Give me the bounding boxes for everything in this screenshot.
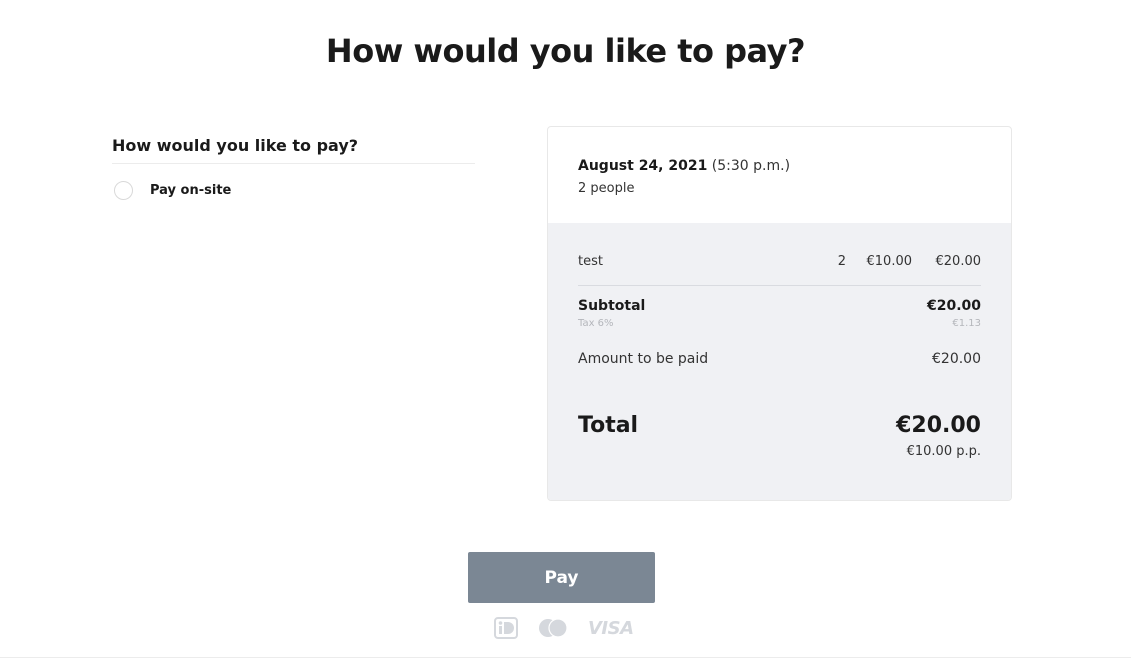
booking-date-line: August 24, 2021 (5:30 p.m.) bbox=[578, 158, 981, 174]
mastercard-icon bbox=[539, 618, 568, 638]
item-total: €20.00 bbox=[935, 253, 982, 269]
tax-label: Tax 6% bbox=[578, 318, 614, 329]
payment-method-panel: How would you like to pay? Pay on-site bbox=[112, 136, 475, 200]
payment-method-heading: How would you like to pay? bbox=[112, 136, 475, 164]
booking-date: August 24, 2021 bbox=[578, 158, 708, 174]
item-unit-price: €10.00 bbox=[866, 253, 913, 269]
booking-time: (5:30 p.m.) bbox=[711, 158, 791, 174]
item-quantity: 2 bbox=[837, 253, 846, 269]
pay-on-site-radio[interactable] bbox=[114, 181, 133, 200]
footer-divider bbox=[0, 657, 1131, 658]
booking-people: 2 people bbox=[578, 181, 635, 196]
item-name: test bbox=[578, 253, 603, 269]
amount-due-label: Amount to be paid bbox=[578, 351, 709, 367]
pay-button[interactable]: Pay bbox=[468, 552, 655, 603]
subtotal-value: €20.00 bbox=[926, 298, 981, 314]
booking-details: August 24, 2021 (5:30 p.m.) 2 people bbox=[548, 127, 1011, 223]
payment-option-pay-on-site[interactable]: Pay on-site bbox=[112, 181, 475, 200]
visa-icon: VISA bbox=[588, 617, 634, 639]
pay-on-site-label: Pay on-site bbox=[150, 183, 232, 198]
order-line-item: test 2 €10.00 €20.00 bbox=[578, 223, 981, 286]
ideal-icon bbox=[494, 617, 518, 639]
tax-value: €1.13 bbox=[952, 318, 981, 329]
per-person-price: €10.00 p.p. bbox=[906, 444, 981, 459]
total-label: Total bbox=[578, 413, 639, 438]
amount-due-value: €20.00 bbox=[932, 351, 981, 367]
order-summary-card: August 24, 2021 (5:30 p.m.) 2 people tes… bbox=[547, 126, 1012, 501]
price-breakdown: test 2 €10.00 €20.00 Subtotal €20.00 Tax… bbox=[548, 223, 1011, 500]
total-value: €20.00 bbox=[896, 413, 981, 438]
subtotal-label: Subtotal bbox=[578, 298, 646, 314]
tax-row: Tax 6% €1.13 bbox=[578, 318, 981, 329]
payment-logos: VISA bbox=[494, 616, 634, 640]
total-row: Total €20.00 bbox=[578, 413, 981, 438]
amount-due-row: Amount to be paid €20.00 bbox=[578, 351, 981, 367]
subtotal-row: Subtotal €20.00 bbox=[578, 298, 981, 314]
page-title: How would you like to pay? bbox=[325, 32, 806, 70]
